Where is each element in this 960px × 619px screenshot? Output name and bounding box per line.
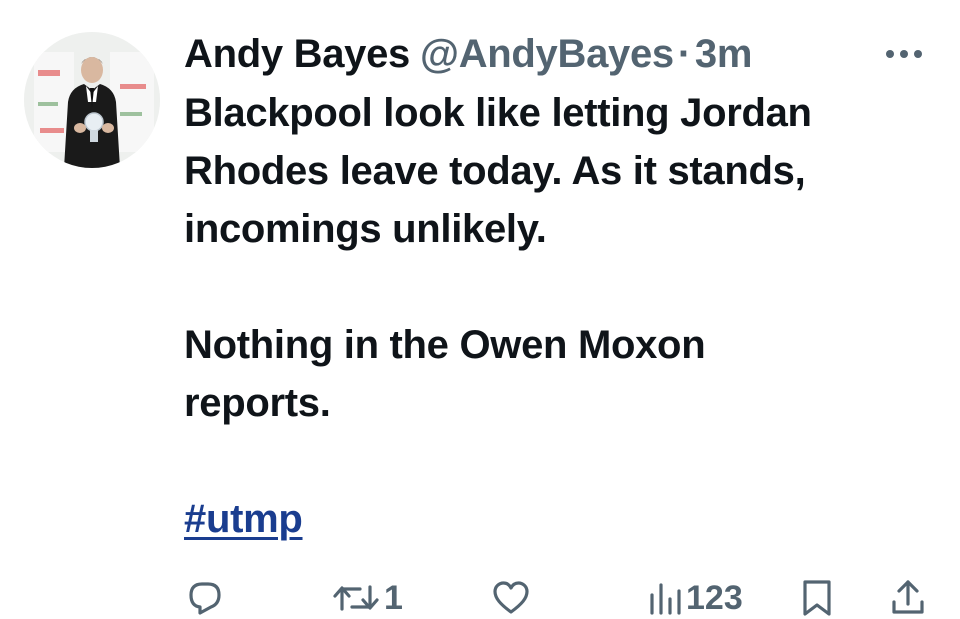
retweet-button[interactable]: 1 xyxy=(332,572,403,619)
hashtag-link[interactable]: #utmp xyxy=(184,497,303,541)
share-icon xyxy=(892,580,924,614)
avatar-photo xyxy=(24,32,160,168)
timestamp[interactable]: 3m xyxy=(695,30,753,78)
views-button[interactable]: 123 xyxy=(648,572,743,619)
like-button[interactable] xyxy=(492,572,534,619)
action-bar: 1 123 xyxy=(0,572,960,619)
tweet: Andy Bayes @AndyBayes · 3m Blackpool loo… xyxy=(0,0,960,619)
retweet-icon xyxy=(333,585,379,611)
share-button[interactable] xyxy=(890,572,926,619)
more-icon xyxy=(886,50,922,58)
reply-button[interactable] xyxy=(186,572,228,619)
tweet-text: Blackpool look like letting Jordan Rhode… xyxy=(184,84,944,548)
reply-icon xyxy=(189,582,221,615)
views-icon xyxy=(650,583,681,615)
more-options-button[interactable] xyxy=(882,36,926,72)
tweet-line: Blackpool look like letting Jordan xyxy=(184,91,812,135)
tweet-line: incomings unlikely. xyxy=(184,207,547,251)
tweet-header: Andy Bayes @AndyBayes · 3m xyxy=(184,30,752,78)
display-name[interactable]: Andy Bayes xyxy=(184,30,410,78)
retweet-count: 1 xyxy=(384,578,403,617)
views-count: 123 xyxy=(686,578,743,617)
avatar[interactable] xyxy=(24,32,160,168)
separator-dot: · xyxy=(677,32,691,76)
bookmark-icon xyxy=(803,580,831,616)
tweet-line: Nothing in the Owen Moxon xyxy=(184,323,706,367)
tweet-line: Rhodes leave today. As it stands, xyxy=(184,149,806,193)
tweet-line: reports. xyxy=(184,381,331,425)
bookmark-button[interactable] xyxy=(800,572,834,619)
user-handle[interactable]: @AndyBayes xyxy=(420,30,674,78)
heart-icon xyxy=(493,581,529,614)
